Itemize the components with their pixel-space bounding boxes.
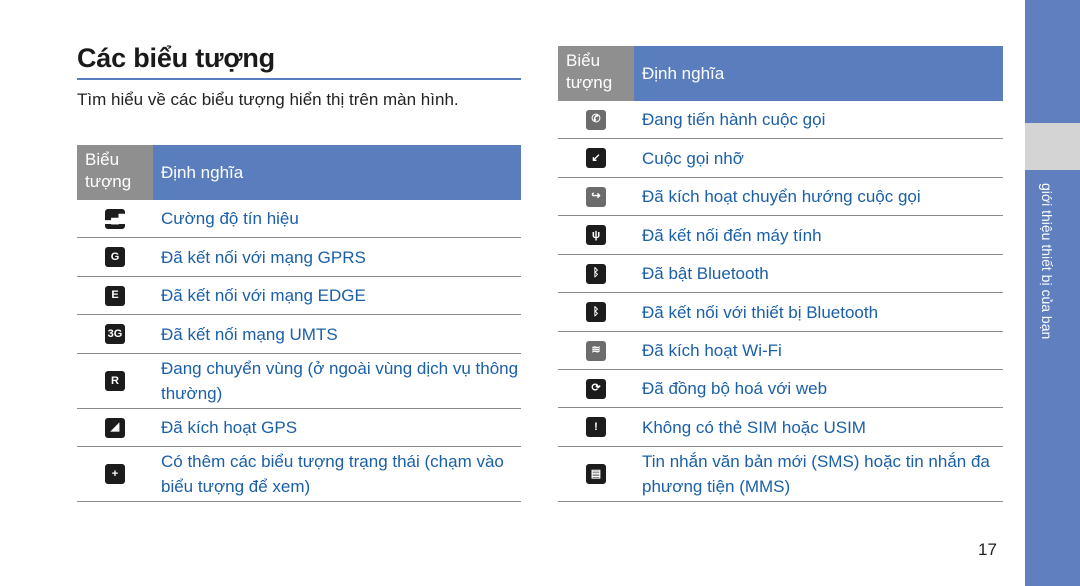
intro-text: Tìm hiểu về các biểu tượng hiển thị trên…	[77, 90, 459, 109]
table-row: ≋ Đã kích hoạt Wi-Fi	[558, 332, 1003, 370]
web-sync-icon: ⟳	[586, 378, 606, 399]
table-row: + Có thêm các biểu tượng trạng thái (chạm…	[77, 447, 521, 502]
more-status-icon: +	[105, 464, 125, 484]
definition-text: Đã kích hoạt GPS	[161, 418, 298, 437]
definition-text: Đã kết nối với thiết bị Bluetooth	[642, 302, 879, 322]
section-side-tab: giới thiệu thiết bị của bạn	[1025, 0, 1080, 586]
call-in-progress-icon: ✆	[586, 109, 606, 130]
table-row: E Đã kết nối với mạng EDGE	[77, 277, 521, 315]
table-row: 3G Đã kết nối mạng UMTS	[77, 315, 521, 354]
roaming-icon: R	[105, 371, 125, 391]
icon-cell: +	[77, 464, 153, 484]
table-row: ▤ Tin nhắn văn bản mới (SMS) hoặc tin nhắ…	[558, 447, 1003, 502]
icon-cell: E	[77, 285, 153, 306]
bluetooth-connected-icon: ᛒ	[586, 302, 606, 322]
umts-3g-icon: 3G	[105, 324, 125, 344]
usb-icon: ψ	[586, 225, 606, 245]
icon-cell: ≋	[558, 340, 634, 361]
icons-table-left: Biểu tượng Định nghĩa ▂▄▆ Cường độ tín hi…	[77, 145, 521, 502]
definition-text: Đang chuyển vùng (ở ngoài vùng dịch vụ t…	[161, 359, 519, 403]
definition-text: Đang tiến hành cuộc gọi	[642, 110, 826, 129]
header-definition-column: Định nghĩa	[153, 145, 521, 200]
icon-cell: ↪	[558, 186, 634, 207]
icon-cell: ↙	[558, 148, 634, 168]
definition-text: Không có thẻ SIM hoặc USIM	[642, 417, 866, 437]
missed-call-icon: ↙	[586, 148, 606, 168]
gprs-icon: G	[105, 247, 125, 267]
table-row: ⟳ Đã đồng bộ hoá với web	[558, 370, 1003, 408]
definition-text: Đã kết nối đến máy tính	[642, 225, 822, 245]
page-number: 17	[978, 540, 997, 559]
definition-text: Đã kết nối mạng UMTS	[161, 324, 338, 344]
definition-text: Đã kết nối với mạng GPRS	[161, 247, 366, 267]
definition-text: Tin nhắn văn bản mới (SMS) hoặc tin nhắn…	[642, 452, 990, 496]
gps-icon: ◢	[105, 417, 125, 438]
table-header: Biểu tượng Định nghĩa	[77, 145, 521, 200]
header-definition-column: Định nghĩa	[634, 46, 1003, 101]
table-row: ᛒ Đã bật Bluetooth	[558, 255, 1003, 293]
definition-text: Cường độ tín hiệu	[161, 209, 299, 228]
table-row: ◢ Đã kích hoạt GPS	[77, 409, 521, 447]
table-header: Biểu tượng Định nghĩa	[558, 46, 1003, 101]
wifi-icon: ≋	[586, 340, 606, 361]
icon-cell: ✆	[558, 109, 634, 130]
icon-cell: ⟳	[558, 378, 634, 399]
definition-text: Đã kích hoạt Wi-Fi	[642, 341, 782, 360]
bluetooth-icon: ᛒ	[586, 263, 606, 284]
new-message-icon: ▤	[586, 464, 606, 484]
page-title: Các biểu tượng	[77, 43, 521, 80]
definition-text: Đã kết nối với mạng EDGE	[161, 286, 366, 305]
definition-text: Cuộc gọi nhỡ	[642, 148, 744, 168]
icon-cell: ◢	[77, 417, 153, 438]
header-icon-column: Biểu tượng	[558, 46, 634, 101]
edge-icon: E	[105, 285, 125, 306]
icon-cell: 3G	[77, 324, 153, 344]
side-tab-marker	[1025, 123, 1080, 170]
icon-cell: !	[558, 417, 634, 437]
side-tab-label: giới thiệu thiết bị của bạn	[1039, 183, 1055, 340]
table-row: ✆ Đang tiến hành cuộc gọi	[558, 101, 1003, 139]
table-row: ! Không có thẻ SIM hoặc USIM	[558, 408, 1003, 447]
icon-cell: ▤	[558, 464, 634, 484]
no-sim-icon: !	[586, 417, 606, 437]
header-icon-column: Biểu tượng	[77, 145, 153, 200]
table-row: ᛒ Đã kết nối với thiết bị Bluetooth	[558, 293, 1003, 332]
icon-cell: ᛒ	[558, 302, 634, 322]
icon-cell: G	[77, 247, 153, 267]
icon-cell: R	[77, 371, 153, 391]
definition-text: Có thêm các biểu tượng trạng thái (chạm …	[161, 452, 504, 496]
table-row: R Đang chuyển vùng (ở ngoài vùng dịch vụ …	[77, 354, 521, 409]
definition-text: Đã kích hoạt chuyển hướng cuộc gọi	[642, 187, 921, 206]
definition-text: Đã đồng bộ hoá với web	[642, 379, 828, 398]
signal-strength-icon: ▂▄▆	[103, 208, 127, 229]
call-forwarding-icon: ↪	[586, 186, 606, 207]
icon-cell: ψ	[558, 225, 634, 245]
table-row: ↪ Đã kích hoạt chuyển hướng cuộc gọi	[558, 178, 1003, 216]
icon-cell: ▂▄▆	[77, 208, 153, 229]
definition-text: Đã bật Bluetooth	[642, 264, 769, 283]
table-row: ↙ Cuộc gọi nhỡ	[558, 139, 1003, 178]
table-row: G Đã kết nối với mạng GPRS	[77, 238, 521, 277]
icon-cell: ᛒ	[558, 263, 634, 284]
table-row: ψ Đã kết nối đến máy tính	[558, 216, 1003, 255]
icons-table-right: Biểu tượng Định nghĩa ✆ Đang tiến hành cu…	[558, 46, 1003, 502]
table-row: ▂▄▆ Cường độ tín hiệu	[77, 200, 521, 238]
